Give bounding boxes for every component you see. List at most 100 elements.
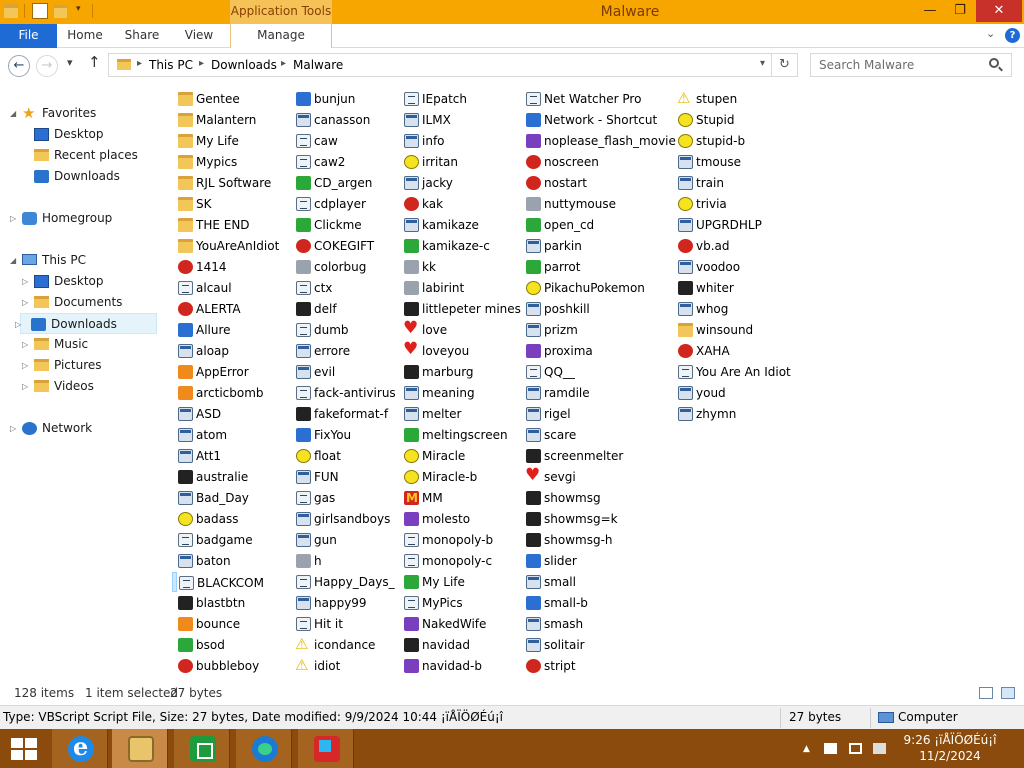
address-dropdown-icon[interactable]: ▾ <box>760 58 765 69</box>
breadcrumb-malware[interactable]: Malware <box>293 58 343 72</box>
red-file-icon <box>526 155 541 169</box>
tab-view[interactable]: View <box>172 24 226 48</box>
search-icon[interactable] <box>989 58 999 68</box>
script-file-icon <box>404 533 419 547</box>
file-name: colorbug <box>314 260 367 274</box>
music-icon <box>34 338 49 350</box>
system-clock[interactable]: 9:26 ¡ïÅÏÖØÉú¡î 11/2/2024 <box>880 732 1020 764</box>
sidebar-item-videos[interactable]: ▷ Videos <box>20 376 180 397</box>
sidebar-item-this-pc[interactable]: ◢ This PC <box>8 250 168 271</box>
win-file-icon <box>678 407 693 421</box>
expand-arrow-icon[interactable]: ▷ <box>22 355 28 376</box>
taskbar-file-explorer[interactable] <box>112 729 168 768</box>
file-name: kamikaze-c <box>422 239 490 253</box>
network-tray-icon[interactable] <box>849 743 862 754</box>
file-name: atom <box>196 428 228 442</box>
details-view-icon[interactable] <box>979 687 993 699</box>
taskbar-store[interactable] <box>174 729 230 768</box>
sidebar-item-recent-places[interactable]: Recent places <box>20 145 180 166</box>
sidebar-item-desktop[interactable]: ▷ Desktop <box>20 271 180 292</box>
file-name: noscreen <box>544 155 599 169</box>
file-name: badass <box>196 512 239 526</box>
properties-icon[interactable] <box>32 3 48 19</box>
taskbar-edge[interactable] <box>236 729 292 768</box>
folder-file-icon <box>178 155 193 169</box>
file-name: trivia <box>696 197 727 211</box>
divider <box>780 708 781 728</box>
back-button[interactable]: ← <box>8 55 30 77</box>
up-button[interactable]: ↑ <box>88 53 101 71</box>
sidebar-item-documents[interactable]: ▷ Documents <box>20 292 180 313</box>
expand-arrow-icon[interactable]: ◢ <box>10 103 16 124</box>
expand-arrow-icon[interactable]: ▷ <box>10 418 16 439</box>
title-bar: ▾ Application Tools Malware — ❐ ✕ <box>0 0 1024 24</box>
sidebar-item-pictures[interactable]: ▷ Pictures <box>20 355 180 376</box>
sidebar-item-favorites[interactable]: ◢ ★ Favorites <box>8 103 168 124</box>
file-name: melter <box>422 407 462 421</box>
file-name: bunjun <box>314 92 356 106</box>
expand-arrow-icon[interactable]: ▷ <box>10 208 16 229</box>
expand-arrow-icon[interactable]: ▷ <box>15 314 21 335</box>
file-name: IEpatch <box>422 92 467 106</box>
breadcrumb-downloads[interactable]: Downloads <box>211 58 277 72</box>
sidebar-item-downloads[interactable]: Downloads <box>20 166 180 187</box>
sidebar-item-homegroup[interactable]: ▷ Homegroup <box>8 208 168 229</box>
tab-manage[interactable]: Manage <box>230 24 332 48</box>
downloads-icon <box>31 318 46 331</box>
file-item[interactable]: BLACKCOM <box>172 572 264 592</box>
expand-arrow-icon[interactable]: ▷ <box>22 271 28 292</box>
expand-arrow-icon[interactable]: ▷ <box>22 292 28 313</box>
file-name: cdplayer <box>314 197 366 211</box>
expand-ribbon-icon[interactable]: ⌄ <box>986 27 995 40</box>
sidebar-item-network[interactable]: ▷ Network <box>8 418 168 439</box>
file-name: Mypics <box>196 155 238 169</box>
file-name: CD_argen <box>314 176 373 190</box>
sidebar-item-downloads[interactable]: ▷ Downloads <box>15 313 157 334</box>
minimize-button[interactable]: — <box>916 0 944 22</box>
expand-arrow-icon[interactable]: ◢ <box>10 250 16 271</box>
file-name: girlsandboys <box>314 512 391 526</box>
tab-home[interactable]: Home <box>58 24 112 48</box>
file-name: australie <box>196 470 249 484</box>
recent-locations-button[interactable]: ▾ <box>67 56 73 69</box>
maximize-button[interactable]: ❐ <box>946 0 974 22</box>
red-file-icon <box>526 659 541 673</box>
file-name: kak <box>422 197 444 211</box>
win-file-icon <box>526 617 541 631</box>
breadcrumb-this-pc[interactable]: This PC <box>149 58 193 72</box>
tab-file[interactable]: File <box>0 24 57 48</box>
mc-file-icon <box>404 488 419 508</box>
search-input[interactable] <box>810 53 1012 77</box>
script-file-icon <box>296 491 311 505</box>
taskbar-internet-explorer[interactable] <box>52 729 108 768</box>
purple-file-icon <box>526 344 541 358</box>
file-name: YouAreAnIdiot <box>196 239 280 253</box>
show-hidden-icons-button[interactable]: ▲ <box>803 744 810 754</box>
file-name: Allure <box>196 323 231 337</box>
new-folder-icon[interactable] <box>54 5 67 18</box>
file-name: voodoo <box>696 260 741 274</box>
taskbar-app[interactable] <box>298 729 354 768</box>
sidebar-item-music[interactable]: ▷ Music <box>20 334 180 355</box>
forward-button[interactable]: → <box>36 55 58 77</box>
sidebar-item-desktop[interactable]: Desktop <box>20 124 180 145</box>
expand-arrow-icon[interactable]: ▷ <box>22 334 28 355</box>
file-name: Clickme <box>314 218 362 232</box>
folder-icon[interactable] <box>4 4 18 18</box>
warn-file-icon <box>295 655 311 675</box>
file-name: baton <box>196 554 231 568</box>
refresh-button[interactable]: ↻ <box>771 54 797 76</box>
file-name: THE END <box>196 218 250 232</box>
close-button[interactable]: ✕ <box>976 0 1022 22</box>
start-button[interactable] <box>0 729 50 768</box>
address-bar[interactable]: ▸ This PC ▸ Downloads ▸ Malware ▾ ↻ <box>108 53 798 77</box>
file-name: zhymn <box>696 407 737 421</box>
red-file-icon <box>678 239 693 253</box>
customize-toolbar-icon[interactable]: ▾ <box>76 4 92 20</box>
tab-share[interactable]: Share <box>114 24 170 48</box>
sidebar-item-label: Pictures <box>54 358 102 372</box>
large-icons-view-icon[interactable] <box>1001 687 1015 699</box>
expand-arrow-icon[interactable]: ▷ <box>22 376 28 397</box>
action-center-icon[interactable] <box>824 743 837 754</box>
help-icon[interactable]: ? <box>1005 28 1020 43</box>
